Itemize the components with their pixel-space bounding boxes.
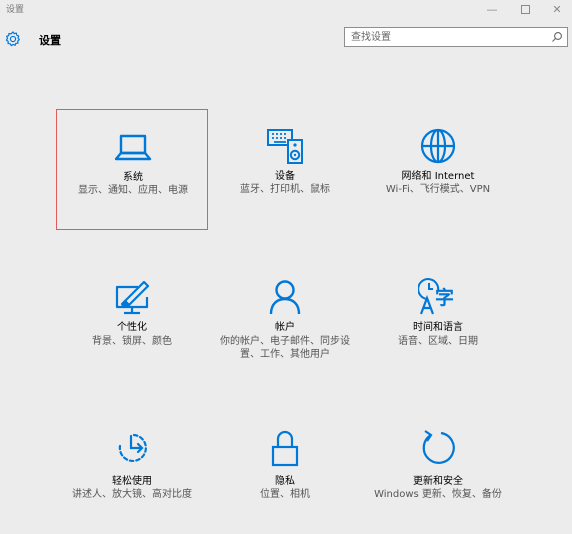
tile-description: Wi-Fi、飞行模式、VPN	[385, 184, 491, 195]
tile-personalization[interactable]: 个性化 背景、锁屏、颜色	[56, 268, 208, 387]
search-icon[interactable]	[551, 31, 563, 43]
tile-name: 轻松使用	[112, 476, 152, 487]
minimize-button[interactable]: —	[477, 0, 507, 18]
ease-of-access-icon	[112, 428, 152, 468]
tile-description: 显示、通知、应用、电源	[78, 185, 188, 196]
laptop-icon	[113, 127, 153, 167]
globe-icon	[418, 126, 458, 166]
search-box[interactable]	[344, 27, 568, 47]
tile-name: 设备	[275, 171, 295, 182]
close-button[interactable]: ✕	[542, 0, 572, 18]
tile-privacy[interactable]: 隐私 位置、相机	[209, 424, 361, 534]
page-title: 设置	[39, 34, 61, 47]
tile-name: 时间和语言	[413, 322, 463, 333]
tile-name: 帐户	[275, 322, 295, 333]
tile-description: 蓝牙、打印机、鼠标	[240, 184, 330, 195]
tile-time-language[interactable]: 字 时间和语言 语音、区域、日期	[362, 268, 514, 387]
tile-description: 讲述人、放大镜、高对比度	[72, 489, 192, 500]
maximize-icon	[520, 4, 530, 14]
tile-name: 个性化	[117, 322, 147, 333]
close-icon: ✕	[552, 2, 562, 16]
lock-icon	[265, 428, 305, 468]
tile-description: Windows 更新、恢复、备份	[374, 489, 502, 500]
tile-description: 语音、区域、日期	[398, 336, 478, 347]
gear-icon	[5, 31, 20, 47]
tile-network-internet[interactable]: 网络和 Internet Wi-Fi、飞行模式、VPN	[362, 110, 514, 229]
update-icon	[418, 428, 458, 468]
window-title: 设置	[6, 5, 25, 15]
tile-name: 隐私	[275, 476, 295, 487]
tile-description: 你的帐户、电子邮件、同步设置、工作、其他用户	[220, 336, 350, 360]
language-glyph: 字	[435, 287, 455, 309]
tile-description: 背景、锁屏、颜色	[92, 336, 172, 347]
maximize-button[interactable]	[510, 0, 540, 18]
tile-ease-of-access[interactable]: 轻松使用 讲述人、放大镜、高对比度	[56, 424, 208, 534]
tile-description: 位置、相机	[260, 489, 310, 500]
tile-name: 网络和 Internet	[401, 171, 475, 182]
tile-name: 更新和安全	[413, 476, 463, 487]
personalization-icon	[112, 277, 152, 317]
tile-name: 系统	[123, 172, 143, 183]
minimize-icon: —	[486, 2, 498, 16]
search-input[interactable]	[351, 28, 541, 46]
devices-icon	[265, 126, 305, 166]
title-bar: 设置 — ✕	[0, 0, 572, 18]
tile-update-security[interactable]: 更新和安全 Windows 更新、恢复、备份	[362, 424, 514, 534]
person-icon	[265, 277, 305, 317]
tile-accounts[interactable]: 帐户 你的帐户、电子邮件、同步设置、工作、其他用户	[209, 268, 361, 387]
tile-system[interactable]: 系统 显示、通知、应用、电源	[56, 109, 208, 230]
time-language-icon: 字	[418, 277, 458, 317]
tile-devices[interactable]: 设备 蓝牙、打印机、鼠标	[209, 110, 361, 229]
